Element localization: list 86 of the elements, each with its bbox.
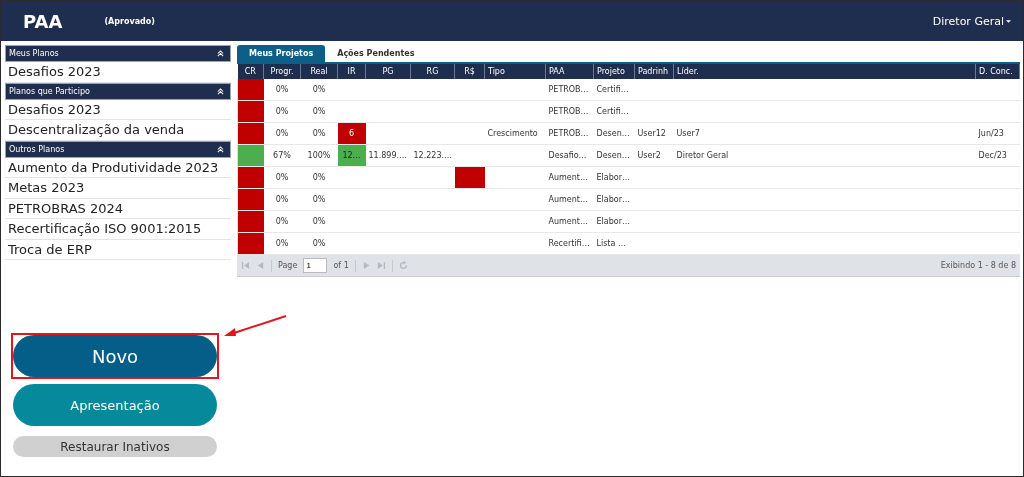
column-header[interactable]: Real <box>300 64 338 79</box>
table-cell: 0% <box>263 232 301 255</box>
table-cell: 0% <box>300 232 338 255</box>
user-menu[interactable]: Diretor Geral <box>932 14 1004 28</box>
status-cell: 12… <box>337 144 366 167</box>
table-cell: 0% <box>300 188 338 211</box>
table-cell: Desafio… <box>545 144 594 167</box>
last-page-icon[interactable] <box>376 261 386 270</box>
table-cell: Recertifi… <box>545 232 594 255</box>
table-cell: 67% <box>263 144 301 167</box>
column-header[interactable]: CR <box>237 64 264 79</box>
column-header[interactable]: D. Conc. <box>975 64 1020 79</box>
plan-item[interactable]: Recertificação ISO 9001:2015 <box>5 219 231 240</box>
section-header[interactable]: Meus Planos <box>5 45 231 62</box>
table-cell: 0% <box>263 79 301 101</box>
table-cell: Aument… <box>545 166 594 189</box>
table-cell: Crescimento <box>484 122 546 145</box>
table-cell: 100% <box>300 144 338 167</box>
table-cell: Jun/23 <box>975 122 1020 145</box>
table-cell: 0% <box>300 100 338 123</box>
restore-button[interactable]: Restaurar Inativos <box>13 436 217 457</box>
table-cell: 0% <box>300 122 338 145</box>
status-cell: 6 <box>337 122 366 145</box>
plan-item[interactable]: Descentralização da venda <box>5 120 231 141</box>
app-title: PAA <box>23 10 63 32</box>
plan-status: (Aprovado) <box>104 16 155 26</box>
table-cell: Elabor… <box>593 166 635 189</box>
tab[interactable]: Meus Projetos <box>237 45 326 62</box>
table-cell: PETROB… <box>545 79 594 101</box>
table-cell: User7 <box>673 122 976 145</box>
table-cell: Aument… <box>545 188 594 211</box>
table-cell: 0% <box>263 210 301 233</box>
table-cell: 0% <box>263 188 301 211</box>
table-cell: PETROB… <box>545 100 594 123</box>
table-cell: Certifi… <box>593 79 635 101</box>
plan-item[interactable]: Desafios 2023 <box>5 62 231 83</box>
column-header[interactable]: Líder. <box>673 64 976 79</box>
table-cell: 0% <box>263 122 301 145</box>
table-cell: Lista … <box>593 232 635 255</box>
collapse-icon[interactable] <box>217 50 224 57</box>
caret-icon[interactable] <box>1006 19 1011 23</box>
column-header[interactable]: IR <box>337 64 366 79</box>
refresh-icon[interactable] <box>398 261 408 270</box>
column-header[interactable]: PAA <box>545 64 594 79</box>
record-summary: Exibindo 1 - 8 de 8 <box>940 261 1016 270</box>
table-cell: Aument… <box>545 210 594 233</box>
plan-item[interactable]: Desafios 2023 <box>5 99 231 120</box>
table-cell: 12.223.… <box>410 144 455 167</box>
plan-item[interactable]: Aumento da Produtividade 2023 <box>5 157 231 178</box>
presentation-button[interactable]: Apresentação <box>13 384 217 426</box>
previous-page-icon[interactable] <box>256 261 265 270</box>
arrow-icon <box>223 314 288 338</box>
column-header[interactable]: PG <box>365 64 411 79</box>
table-cell: Elabor… <box>593 210 635 233</box>
plan-item[interactable]: Metas 2023 <box>5 178 231 199</box>
table-cell: User12 <box>634 122 674 145</box>
plan-item[interactable]: Troca de ERP <box>5 239 231 260</box>
table-cell: 0% <box>263 166 301 189</box>
table-cell: Dec/23 <box>975 144 1020 167</box>
table-cell: Desen… <box>593 144 635 167</box>
first-page-icon[interactable] <box>241 261 250 270</box>
table-cell: 11.899.… <box>365 144 411 167</box>
column-header[interactable]: Projeto <box>593 64 635 79</box>
collapse-icon[interactable] <box>217 87 224 95</box>
column-header[interactable]: R$ <box>454 64 485 79</box>
table-cell: Diretor Geral <box>673 144 976 167</box>
plan-item[interactable]: PETROBRAS 2024 <box>5 198 231 219</box>
next-page-icon[interactable] <box>361 261 371 270</box>
table-cell: 0% <box>300 79 338 101</box>
column-header[interactable]: Progr. <box>263 64 301 79</box>
table-cell: PETROB… <box>545 122 594 145</box>
column-header[interactable]: Padrinh <box>634 64 674 79</box>
table-cell: 0% <box>263 100 301 123</box>
collapse-icon[interactable] <box>217 145 224 153</box>
table-cell: Certifi… <box>593 100 635 123</box>
column-header[interactable]: RG <box>410 64 455 79</box>
page-label: Page <box>278 261 298 270</box>
new-button[interactable]: Novo <box>13 335 217 377</box>
page-input[interactable]: 1 <box>303 258 328 273</box>
table-cell: Elabor… <box>593 188 635 211</box>
page-count: of 1 <box>333 261 349 270</box>
column-header[interactable]: Tipo <box>484 64 546 79</box>
table-cell: Desen… <box>593 122 635 145</box>
table-cell: 0% <box>300 210 338 233</box>
table-cell: 0% <box>300 166 338 189</box>
table-cell: User2 <box>634 144 674 167</box>
